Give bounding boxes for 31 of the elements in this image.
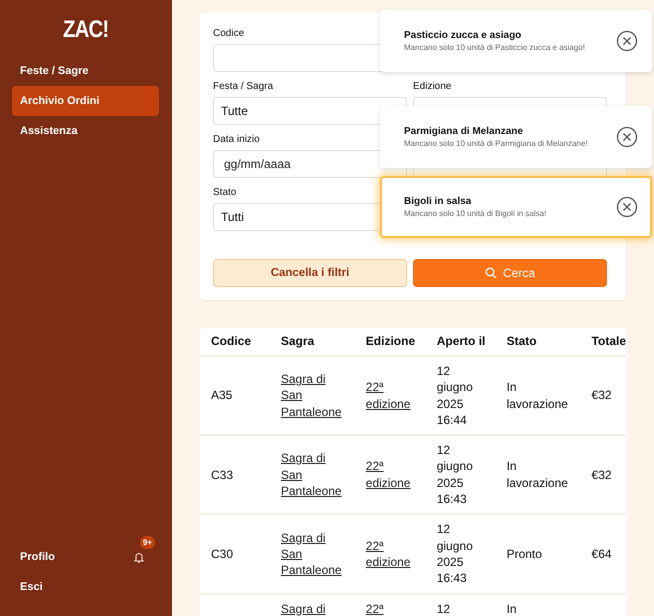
column-header: Sagra — [270, 328, 355, 356]
table-cell-text: 12 giugno 2025 16:44 — [436, 363, 474, 428]
table-cell-text: 12 giugno 2025 16:43 — [436, 442, 474, 508]
table-cell-text: In — [506, 600, 518, 616]
toast-message: Mancano solo 10 unità di Bigoli in salsa! — [404, 208, 548, 219]
toast-title: Bigoli in salsa — [404, 195, 472, 208]
table-cell-text: 12 giugno 2025 16:43 — [436, 521, 474, 587]
field-label: Edizione — [413, 80, 452, 94]
table-cell: C30 — [211, 546, 234, 562]
column-header: Stato — [496, 328, 581, 356]
table-cell-text: Pronto — [506, 546, 543, 562]
column-header: Totale — [580, 328, 626, 356]
toast-message: Mancano solo 10 unità di Parmigiana di Melanzane! — [404, 138, 589, 149]
table-cell-text: 12 — [436, 600, 452, 616]
toast-message: Mancano solo 10 unità di Pasticcio zucca e asiago! — [404, 42, 586, 53]
table-cell: C33 — [211, 466, 234, 483]
table-cell: €32 — [592, 466, 612, 483]
toast-title: Parmigiana di Melanzane — [404, 125, 524, 138]
table-cell-text: In lavorazione — [506, 458, 569, 492]
table-cell: A35 — [211, 387, 232, 404]
table-cell: €32 — [592, 387, 612, 404]
column-header: Codice — [200, 328, 270, 356]
field-label: Festa / Sagra — [213, 80, 274, 94]
field-label: Stato — [213, 186, 238, 200]
table-cell-text: In lavorazione — [506, 379, 569, 412]
column-header: Edizione — [354, 328, 426, 356]
toast-title: Pasticcio zucca e asiago — [404, 29, 522, 42]
column-header: Aperto il — [426, 328, 496, 356]
app-logo: ZAC! — [62, 16, 108, 44]
notification-badge: 9+ — [140, 536, 155, 549]
table-cell: €64 — [592, 546, 612, 562]
